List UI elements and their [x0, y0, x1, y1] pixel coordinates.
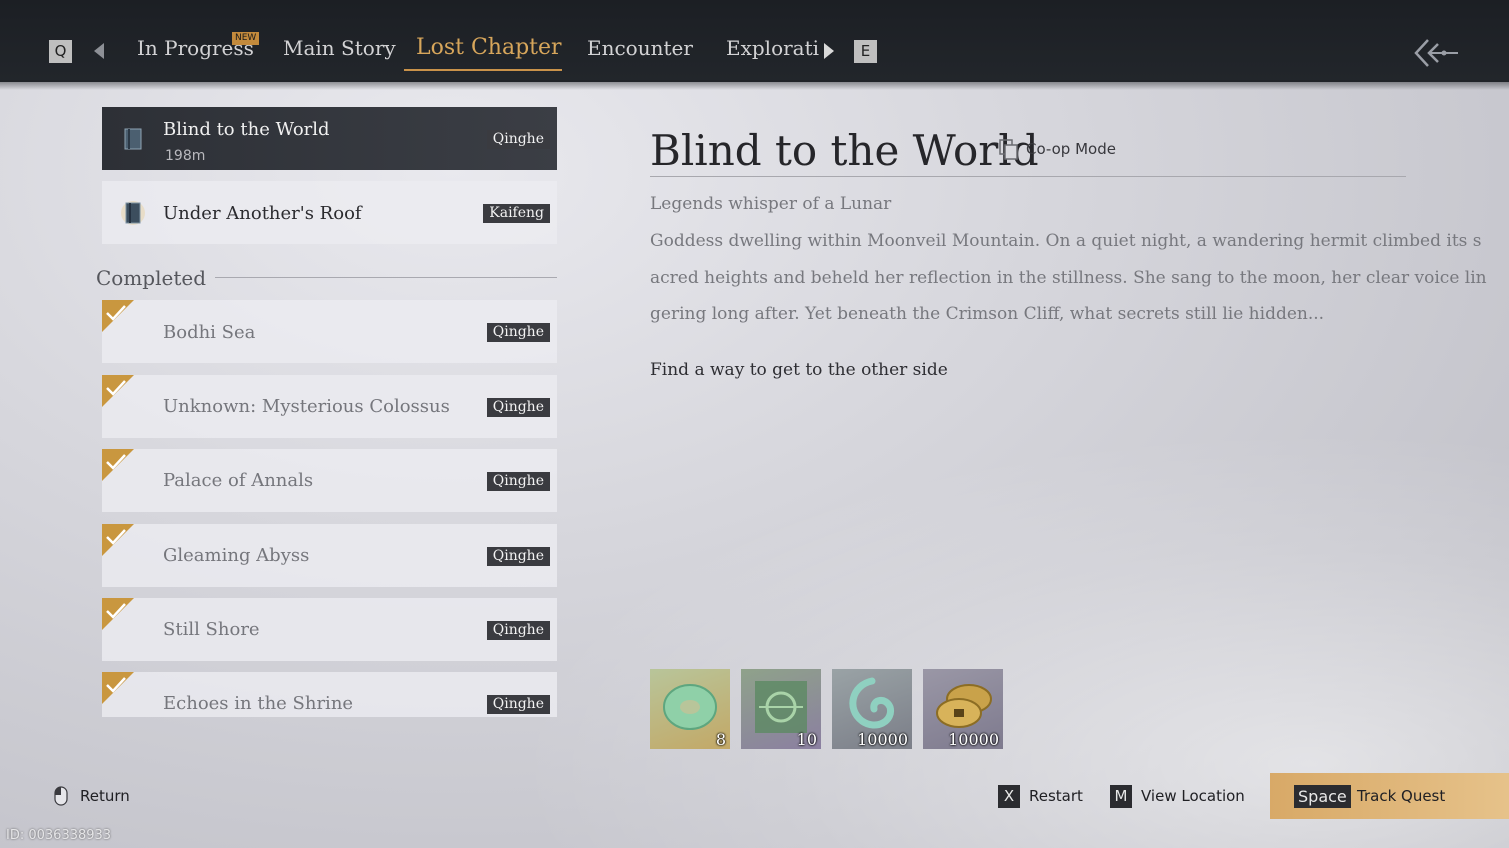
region-tag: Qinghe — [486, 398, 550, 417]
new-badge: NEW — [232, 32, 260, 45]
view-location-button[interactable]: View Location — [1141, 787, 1245, 805]
reward-item[interactable]: 10000 — [923, 669, 1003, 749]
tab-main-story[interactable]: Main Story — [283, 36, 396, 60]
quest-description-line: Goddess dwelling within Moonveil Mountai… — [650, 231, 1482, 251]
restart-button[interactable]: Restart — [1029, 787, 1083, 805]
quest-title: Palace of Annals — [163, 470, 314, 491]
mouse-icon — [54, 786, 68, 806]
restart-key[interactable]: X — [998, 785, 1020, 808]
check-icon — [102, 449, 134, 481]
completed-heading: Completed — [96, 266, 207, 290]
view-location-key[interactable]: M — [1110, 785, 1132, 808]
tab-exploration[interactable]: Explorati — [726, 36, 819, 60]
track-quest-key: Space — [1294, 785, 1351, 808]
quest-title: Bodhi Sea — [163, 322, 256, 343]
region-tag: Kaifeng — [483, 204, 550, 223]
completed-quest-item[interactable]: Unknown: Mysterious Colossus Qinghe — [102, 375, 557, 438]
quest-objective: Find a way to get to the other side — [650, 360, 948, 380]
top-bar: Q In Progress NEW Main Story Lost Chapte… — [0, 0, 1509, 90]
prev-tab-key[interactable]: Q — [49, 40, 72, 63]
quest-item-under-anothers-roof[interactable]: Under Another's Roof Kaifeng — [102, 181, 557, 244]
region-tag: Qinghe — [486, 323, 550, 342]
player-id: ID: 0036338933 — [6, 828, 112, 843]
quest-description-line: Legends whisper of a Lunar — [650, 194, 892, 214]
track-quest-label: Track Quest — [1357, 787, 1446, 805]
region-tag: Qinghe — [486, 472, 550, 491]
reward-quantity: 10000 — [948, 730, 999, 749]
reward-quantity: 10 — [796, 730, 817, 749]
quest-description-line: gering long after. Yet beneath the Crims… — [650, 304, 1325, 324]
quest-title: Blind to the World — [163, 119, 330, 140]
completed-quest-item[interactable]: Gleaming Abyss Qinghe — [102, 524, 557, 587]
check-icon — [102, 300, 134, 332]
completed-quest-item[interactable]: Still Shore Qinghe — [102, 598, 557, 661]
active-tab-underline — [404, 69, 562, 71]
region-tag: Qinghe — [486, 621, 550, 640]
check-icon — [102, 672, 134, 704]
completed-quest-item[interactable]: Echoes in the Shrine Qinghe — [102, 672, 557, 717]
completed-quest-item[interactable]: Palace of Annals Qinghe — [102, 449, 557, 512]
track-quest-button[interactable]: Space Track Quest — [1270, 773, 1509, 819]
reward-item[interactable]: 10 — [741, 669, 821, 749]
quest-title: Echoes in the Shrine — [163, 693, 354, 714]
reward-item[interactable]: 8 — [650, 669, 730, 749]
arrow-right-icon[interactable] — [824, 43, 834, 59]
next-tab-key[interactable]: E — [854, 40, 877, 63]
reward-quantity: 8 — [715, 730, 726, 749]
coop-mode-label: Co-op Mode — [1026, 140, 1116, 158]
quest-distance: 198m — [165, 148, 206, 164]
check-icon — [102, 598, 134, 630]
region-tag: Qinghe — [486, 130, 550, 149]
quest-detail-title: Blind to the World — [650, 126, 1039, 175]
check-icon — [102, 375, 134, 407]
reward-item[interactable]: 10000 — [832, 669, 912, 749]
region-tag: Qinghe — [486, 695, 550, 714]
coop-mode-icon — [999, 139, 1018, 160]
return-button[interactable]: Return — [80, 787, 130, 805]
arrow-left-icon[interactable] — [94, 43, 104, 59]
quest-item-blind-to-the-world[interactable]: Blind to the World 198m Qinghe — [102, 107, 557, 170]
quest-title: Gleaming Abyss — [163, 545, 310, 566]
back-arrow-icon[interactable] — [1412, 36, 1460, 70]
tab-lost-chapter[interactable]: Lost Chapter — [416, 35, 562, 60]
quest-title: Under Another's Roof — [163, 203, 362, 224]
check-icon — [102, 524, 134, 556]
quest-title: Unknown: Mysterious Colossus — [163, 396, 450, 417]
divider — [215, 277, 557, 278]
quest-title: Still Shore — [163, 619, 260, 640]
divider — [650, 176, 1406, 177]
quest-description-line: acred heights and beheld her reflection … — [650, 268, 1487, 288]
completed-quest-item[interactable]: Bodhi Sea Qinghe — [102, 300, 557, 363]
book-icon — [124, 128, 142, 150]
book-icon — [121, 201, 145, 225]
reward-quantity: 10000 — [857, 730, 908, 749]
region-tag: Qinghe — [486, 547, 550, 566]
tab-encounter[interactable]: Encounter — [587, 36, 693, 60]
